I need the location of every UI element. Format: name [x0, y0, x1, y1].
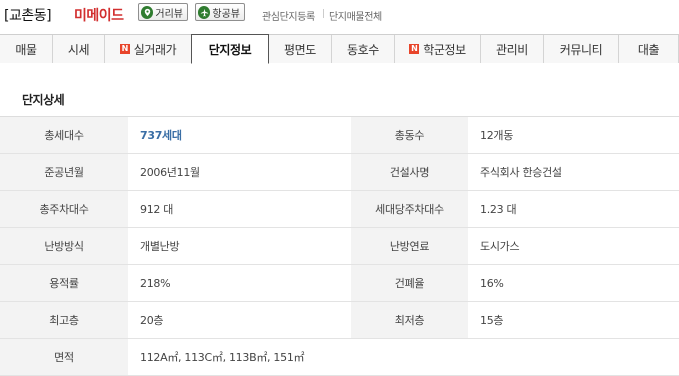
aerial-view-button[interactable]: 항공뷰 [195, 3, 245, 21]
tab-label: 단지정보 [208, 42, 252, 57]
table-row: 총세대수 737세대 총동수 12개동 [0, 117, 679, 154]
row-value: 12개동 [480, 129, 514, 142]
row-value: 주식회사 한승건설 [480, 166, 562, 179]
new-badge: N [119, 44, 130, 54]
tab-label: 실거래가 [133, 42, 177, 57]
divider [323, 9, 324, 18]
row-label: 면적 [0, 339, 128, 375]
street-view-button[interactable]: 거리뷰 [138, 3, 188, 21]
tab-label: 매물 [15, 42, 37, 57]
table-row: 용적률 218% 건폐율 16% [0, 265, 679, 302]
all-listings-link[interactable]: 단지매물전체 [329, 8, 382, 23]
row-label: 난방연료 [351, 228, 468, 264]
tab-unit-numbers[interactable]: 동호수 [332, 35, 395, 63]
tab-label: 시세 [67, 42, 90, 57]
row-value: 1.23 대 [480, 203, 517, 216]
row-label: 총세대수 [0, 117, 128, 153]
tab-actual-transactions[interactable]: N 실거래가 [105, 35, 192, 63]
table-row: 최고층 20층 최저층 15층 [0, 302, 679, 339]
tab-market-price[interactable]: 시세 [53, 35, 105, 63]
table-row: 총주차대수 912 대 세대당주차대수 1.23 대 [0, 191, 679, 228]
complex-detail-table: 총세대수 737세대 총동수 12개동 준공년월 2006년11월 건설사명 주… [0, 116, 679, 376]
row-label: 용적률 [0, 265, 128, 301]
table-row: 면적 112A㎡, 113C㎡, 113B㎡, 151㎡ [0, 339, 679, 376]
row-label: 준공년월 [0, 154, 128, 190]
tab-complex-info[interactable]: 단지정보 [191, 34, 269, 64]
row-label: 건설사명 [351, 154, 468, 190]
row-label: 최고층 [0, 302, 128, 338]
row-value: 개별난방 [140, 240, 180, 253]
map-pin-icon [141, 5, 154, 19]
tab-listings[interactable]: 매물 [0, 35, 53, 63]
street-view-label: 거리뷰 [155, 8, 183, 20]
tab-label: 동호수 [347, 42, 379, 57]
tab-floor-plan[interactable]: 평면도 [269, 35, 332, 63]
tab-label: 학군정보 [423, 42, 466, 57]
row-value: 15층 [480, 314, 504, 327]
row-label: 난방방식 [0, 228, 128, 264]
tab-community[interactable]: 커뮤니티 [544, 35, 619, 63]
row-value: 218% [140, 276, 171, 290]
row-value: 16% [480, 276, 504, 290]
tab-label: 대출 [637, 42, 660, 57]
tab-school-info[interactable]: N 학군정보 [395, 35, 481, 63]
row-value: 112A㎡, 113C㎡, 113B㎡, 151㎡ [140, 351, 305, 364]
row-label: 최저층 [351, 302, 468, 338]
dong-name: [교촌동] [4, 8, 52, 24]
table-row: 준공년월 2006년11월 건설사명 주식회사 한승건설 [0, 154, 679, 191]
row-label: 건폐율 [351, 265, 468, 301]
tab-label: 커뮤니티 [559, 42, 603, 57]
tab-bar: 매물 시세 N 실거래가 단지정보 평면도 동호수 N 학군정보 관리비 커뮤니… [0, 34, 679, 64]
aerial-view-label: 항공뷰 [212, 8, 240, 20]
page-header: [교촌동] 미메이드 거리뷰 항공뷰 관심단지등록 단지매물전체 [0, 0, 679, 30]
tab-maintenance-fee[interactable]: 관리비 [481, 35, 544, 63]
section-title: 단지상세 [22, 93, 65, 107]
apartment-name: 미메이드 [74, 8, 124, 24]
airplane-icon [198, 5, 211, 19]
row-value: 912 대 [140, 203, 174, 216]
row-value: 도시가스 [480, 240, 520, 253]
new-badge: N [409, 44, 420, 54]
table-row: 난방방식 개별난방 난방연료 도시가스 [0, 228, 679, 265]
row-label: 총주차대수 [0, 191, 128, 227]
row-label: 세대당주차대수 [351, 191, 468, 227]
row-value: 20층 [140, 314, 164, 327]
tab-label: 관리비 [496, 42, 528, 57]
tab-loan[interactable]: 대출 [619, 35, 679, 63]
register-interest-link[interactable]: 관심단지등록 [262, 8, 315, 23]
tab-label: 평면도 [284, 42, 316, 57]
row-label: 총동수 [351, 117, 468, 153]
row-value: 737세대 [128, 117, 351, 153]
total-units-link[interactable]: 737세대 [140, 127, 182, 143]
row-value: 2006년11월 [140, 166, 200, 179]
